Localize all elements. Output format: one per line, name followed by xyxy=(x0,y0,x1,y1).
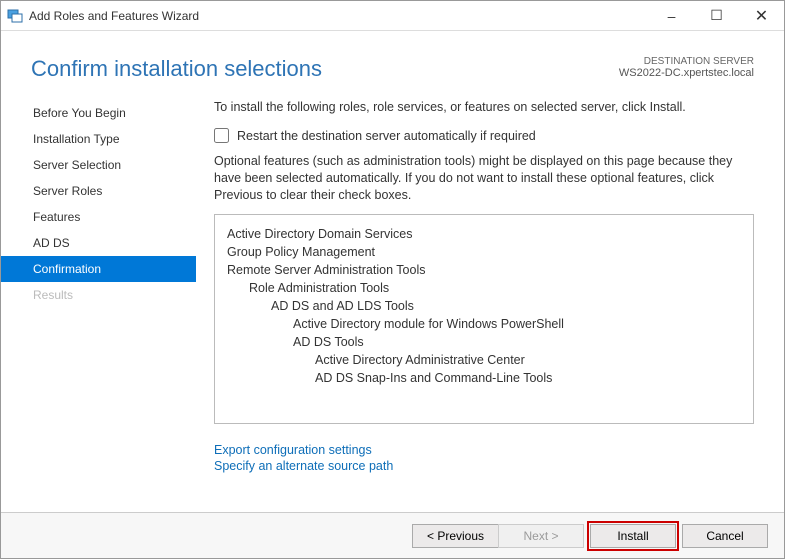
sidebar-step-7: Results xyxy=(1,282,196,308)
cancel-button[interactable]: Cancel xyxy=(682,524,768,548)
feature-item: AD DS Tools xyxy=(227,333,741,351)
sidebar: Before You BeginInstallation TypeServer … xyxy=(1,82,196,531)
content-area: To install the following roles, role ser… xyxy=(196,82,784,531)
minimize-button[interactable]: – xyxy=(649,1,694,30)
title-bar: Add Roles and Features Wizard – ☐ ✕ xyxy=(1,1,784,31)
export-config-link[interactable]: Export configuration settings xyxy=(214,442,754,458)
sidebar-step-6[interactable]: Confirmation xyxy=(1,256,196,282)
window-title: Add Roles and Features Wizard xyxy=(29,9,649,23)
nav-button-pair: < Previous Next > xyxy=(412,524,584,548)
destination-label: DESTINATION SERVER xyxy=(619,56,754,67)
feature-item: Active Directory module for Windows Powe… xyxy=(227,315,741,333)
next-button: Next > xyxy=(498,524,584,548)
alternate-source-link[interactable]: Specify an alternate source path xyxy=(214,458,754,474)
install-button[interactable]: Install xyxy=(590,524,676,548)
feature-item: Active Directory Domain Services xyxy=(227,225,741,243)
sidebar-step-2[interactable]: Server Selection xyxy=(1,152,196,178)
previous-button[interactable]: < Previous xyxy=(412,524,498,548)
maximize-button[interactable]: ☐ xyxy=(694,1,739,30)
sidebar-step-5[interactable]: AD DS xyxy=(1,230,196,256)
restart-checkbox-row[interactable]: Restart the destination server automatic… xyxy=(214,128,754,143)
restart-checkbox[interactable] xyxy=(214,128,229,143)
window-controls: – ☐ ✕ xyxy=(649,1,784,30)
server-manager-icon xyxy=(7,8,23,24)
destination-info: DESTINATION SERVER WS2022-DC.xpertstec.l… xyxy=(619,56,754,79)
restart-label: Restart the destination server automatic… xyxy=(237,129,536,143)
wizard-body: Before You BeginInstallation TypeServer … xyxy=(1,82,784,531)
feature-item: Group Policy Management xyxy=(227,243,741,261)
sidebar-step-1[interactable]: Installation Type xyxy=(1,126,196,152)
feature-item: AD DS Snap-Ins and Command-Line Tools xyxy=(227,369,741,387)
wizard-footer: < Previous Next > Install Cancel xyxy=(1,512,784,558)
feature-item: Active Directory Administrative Center xyxy=(227,351,741,369)
destination-server: WS2022-DC.xpertstec.local xyxy=(619,67,754,79)
features-list: Active Directory Domain ServicesGroup Po… xyxy=(214,214,754,424)
feature-item: Role Administration Tools xyxy=(227,279,741,297)
feature-item: AD DS and AD LDS Tools xyxy=(227,297,741,315)
sidebar-step-4[interactable]: Features xyxy=(1,204,196,230)
sidebar-step-3[interactable]: Server Roles xyxy=(1,178,196,204)
page-title: Confirm installation selections xyxy=(31,56,322,82)
close-button[interactable]: ✕ xyxy=(739,1,784,30)
feature-item: Remote Server Administration Tools xyxy=(227,261,741,279)
wizard-header: Confirm installation selections DESTINAT… xyxy=(1,31,784,82)
optional-features-note: Optional features (such as administratio… xyxy=(214,153,754,204)
links-area: Export configuration settings Specify an… xyxy=(214,442,754,474)
intro-text: To install the following roles, role ser… xyxy=(214,100,754,114)
sidebar-step-0[interactable]: Before You Begin xyxy=(1,100,196,126)
